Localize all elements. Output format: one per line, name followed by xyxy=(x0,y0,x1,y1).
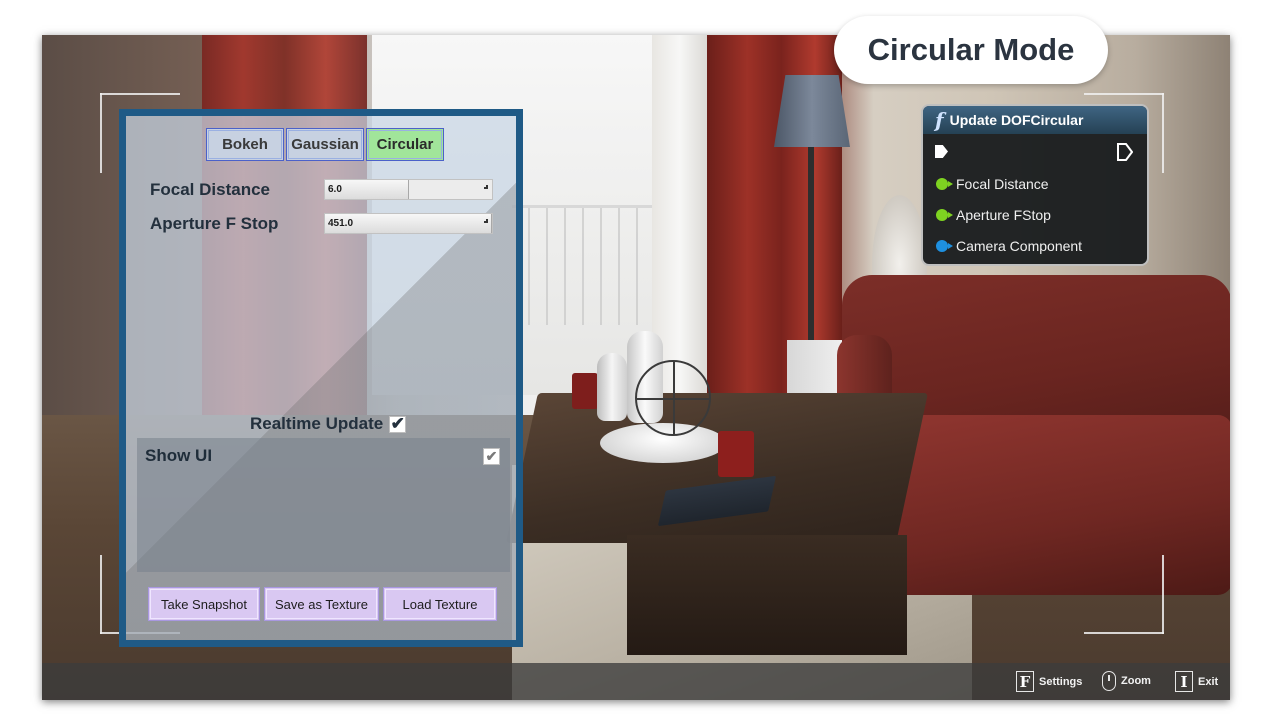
pin-label: Camera Component xyxy=(956,237,1083,254)
frame-corner xyxy=(1084,632,1164,634)
mouse-icon xyxy=(1102,671,1116,691)
mug xyxy=(718,431,754,477)
blueprint-node: f Update DOFCircular Focal Distance Aper… xyxy=(921,104,1149,266)
tab-circular[interactable]: Circular xyxy=(366,128,444,161)
slider-value: 6.0 xyxy=(328,184,342,195)
mode-badge: Circular Mode xyxy=(834,16,1108,84)
checkmark-icon: ✔ xyxy=(485,448,498,464)
lamp-pole xyxy=(808,147,814,347)
frame-corner xyxy=(100,555,102,634)
aperture-fstop-slider[interactable]: 451.0 xyxy=(324,213,493,234)
realtime-update-row: Realtime Update ✔ xyxy=(250,414,407,434)
exec-pins xyxy=(923,134,1147,168)
coffee-table xyxy=(506,393,928,543)
hint-label: Zoom xyxy=(1121,675,1151,687)
keycap-icon: F xyxy=(1016,671,1034,692)
resize-grip-icon xyxy=(484,185,488,189)
pin-camera-component[interactable]: Camera Component xyxy=(923,230,1147,261)
pin-label: Aperture FStop xyxy=(956,206,1051,223)
show-ui-label: Show UI xyxy=(145,446,213,465)
tab-bokeh[interactable]: Bokeh xyxy=(206,128,284,161)
function-icon: f xyxy=(935,108,944,132)
aperture-label: Aperture F Stop xyxy=(150,214,279,233)
node-header: f Update DOFCircular xyxy=(923,106,1147,134)
hint-label: Exit xyxy=(1198,675,1219,688)
frame-corner xyxy=(1162,93,1164,173)
frame-corner xyxy=(100,93,102,173)
realtime-update-label: Realtime Update xyxy=(250,414,384,433)
coffee-table-base xyxy=(627,535,907,655)
frame-corner xyxy=(1084,93,1164,95)
tab-gaussian[interactable]: Gaussian xyxy=(286,128,364,161)
save-as-texture-button[interactable]: Save as Texture xyxy=(264,587,379,621)
pin-label: Focal Distance xyxy=(956,175,1049,192)
load-texture-button[interactable]: Load Texture xyxy=(383,587,497,621)
exec-input-pin-icon[interactable] xyxy=(935,145,948,158)
dof-settings-panel: Bokeh Gaussian Circular Focal Distance 6… xyxy=(119,109,523,647)
action-buttons: Take Snapshot Save as Texture Load Textu… xyxy=(148,587,497,621)
checkmark-icon: ✔ xyxy=(390,414,405,433)
frame-corner xyxy=(100,93,180,95)
balcony-railing xyxy=(512,205,652,325)
focus-reticle-icon xyxy=(635,360,711,436)
pin-aperture-fstop[interactable]: Aperture FStop xyxy=(923,199,1147,230)
hint-settings[interactable]: F Settings xyxy=(1016,671,1082,692)
hint-label: Settings xyxy=(1039,675,1083,688)
pin-focal-distance[interactable]: Focal Distance xyxy=(923,168,1147,199)
keycap-icon: I xyxy=(1175,671,1193,692)
exec-output-pin-icon[interactable] xyxy=(1117,143,1133,161)
lamp-shade xyxy=(774,75,850,147)
take-snapshot-button[interactable]: Take Snapshot xyxy=(148,587,260,621)
focal-distance-label: Focal Distance xyxy=(150,180,270,199)
show-ui-checkbox[interactable]: ✔ xyxy=(483,448,500,465)
focal-distance-slider[interactable]: 6.0 xyxy=(324,179,493,200)
hint-zoom[interactable]: Zoom xyxy=(1102,671,1151,691)
vase xyxy=(597,353,627,421)
float-pin-icon xyxy=(936,177,953,190)
resize-grip-icon xyxy=(484,219,488,223)
show-ui-section: Show UI ✔ xyxy=(137,438,510,572)
float-pin-icon xyxy=(936,208,953,221)
realtime-update-checkbox[interactable]: ✔ xyxy=(389,414,407,433)
node-title: Update DOFCircular xyxy=(949,112,1084,128)
mug xyxy=(572,373,598,409)
hint-exit[interactable]: I Exit xyxy=(1175,671,1218,692)
slider-value: 451.0 xyxy=(328,218,354,229)
object-pin-icon xyxy=(936,239,953,252)
hint-bar: F Settings Zoom I Exit xyxy=(42,663,1230,700)
frame-corner xyxy=(1162,555,1164,634)
mode-tabs: Bokeh Gaussian Circular xyxy=(206,128,444,161)
